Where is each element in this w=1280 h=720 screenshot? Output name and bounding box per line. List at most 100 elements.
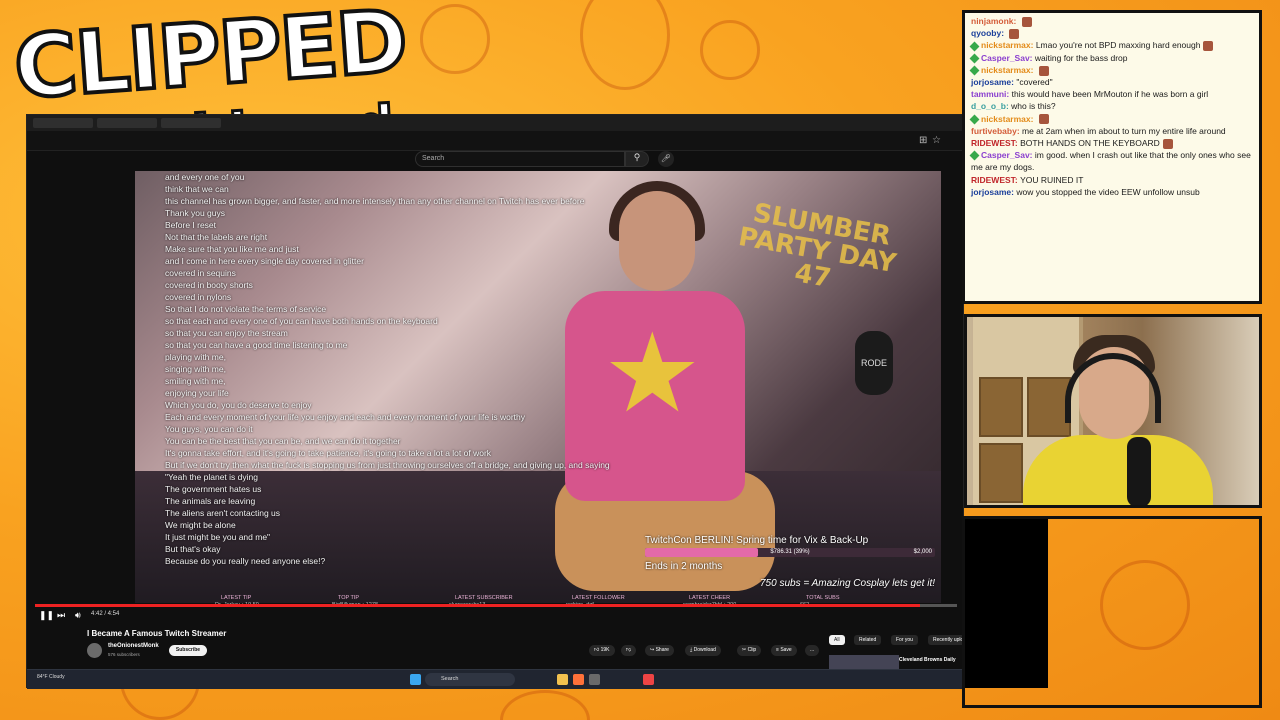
emote-icon <box>1038 114 1049 125</box>
chat-text: waiting for the bass drop <box>1034 52 1128 63</box>
chat-message: RIDEWEST: BOTH HANDS ON THE KEYBOARD <box>971 137 1253 149</box>
chat-message: ninjamonk: <box>971 15 1253 27</box>
lyric-line: You can be the best that you can be, and… <box>165 436 401 446</box>
dislike-button[interactable]: 👎︎ <box>621 645 637 656</box>
pause-icon[interactable]: ❚❚ <box>39 610 54 621</box>
recommended-thumbnail[interactable] <box>829 655 899 669</box>
chat-username[interactable]: nickstarmax: <box>981 40 1036 50</box>
youtube-header: Search ⚲ 🎤︎ <box>27 151 963 171</box>
subscriber-badge-icon <box>969 114 980 125</box>
clip-button[interactable]: ✂ Clip <box>737 645 762 656</box>
search-icon: ⚲ <box>633 152 641 162</box>
lyric-line: enjoying your life <box>165 388 229 398</box>
time-display: 4:42 / 4:54 <box>91 611 120 617</box>
clip-label: Clip <box>747 647 757 653</box>
chat-username[interactable]: RIDEWEST: <box>971 175 1020 185</box>
browser-tab[interactable] <box>33 118 93 128</box>
save-label: Save <box>780 647 792 653</box>
donation-goal-widget: TwitchCon BERLIN! Spring time for Vix & … <box>645 535 935 589</box>
more-button[interactable]: ... <box>805 645 820 656</box>
chat-username[interactable]: nickstarmax: <box>981 114 1036 124</box>
file-explorer-icon[interactable] <box>557 674 568 685</box>
extensions-icon[interactable]: ⊞ <box>919 135 927 146</box>
chat-username[interactable]: RIDEWEST: <box>971 138 1020 148</box>
goal-target: $2,000 <box>913 549 932 555</box>
chip-all[interactable]: All <box>829 635 845 645</box>
browser-icon[interactable] <box>573 674 584 685</box>
lyric-line: and I come in here every single day cove… <box>165 256 364 266</box>
thumbs-up-icon: 👍︎ <box>594 647 600 653</box>
chat-username[interactable]: qyooby: <box>971 28 1006 38</box>
browser-window: ⊞ ☆ Search ⚲ 🎤︎ SLUMBER PARTY DAY 47 ★ R… <box>26 114 1037 689</box>
lyric-line: covered in sequins <box>165 268 236 278</box>
chat-username[interactable]: tammuni: <box>971 89 1012 99</box>
browser-tab[interactable] <box>97 118 157 128</box>
video-player[interactable]: SLUMBER PARTY DAY 47 ★ RODE and every on… <box>135 171 941 603</box>
lyric-line: But that's okay <box>165 544 221 554</box>
chat-message: jorjosame: "covered" <box>971 76 1253 88</box>
chat-username[interactable]: d_o_o_b: <box>971 101 1011 111</box>
weather-widget[interactable]: 84°F Cloudy <box>37 674 65 680</box>
emote-icon <box>1203 41 1214 52</box>
chrome-icon[interactable] <box>643 674 654 685</box>
search-input[interactable]: Search <box>415 151 625 167</box>
lyric-line: Because do you really need anyone else!? <box>165 556 326 566</box>
ticker-label: TOTAL SUBS <box>806 595 840 601</box>
lyric-line: so that you can enjoy the stream <box>165 328 288 338</box>
chat-username[interactable]: furtivebaby: <box>971 126 1022 136</box>
browser-tab[interactable] <box>161 118 221 128</box>
logo-line1: CLIPPED <box>9 0 411 121</box>
lyric-line: It just might be you and me" <box>165 532 271 542</box>
recommended-title[interactable]: Cleveland Browns Daily <box>899 657 956 663</box>
channel-avatar[interactable] <box>87 643 102 658</box>
share-button[interactable]: ↪ Share <box>645 645 674 656</box>
download-button[interactable]: ⤓ Download <box>685 645 721 656</box>
volume-icon[interactable]: 🔊︎ <box>75 610 81 621</box>
address-bar[interactable]: ⊞ ☆ <box>27 131 963 151</box>
player-controls: LATEST TIP TOP TIP LATEST SUBSCRIBER LATEST… <box>27 595 1035 625</box>
taskbar-search[interactable]: Search <box>425 673 515 686</box>
ticker-label: TOP TIP <box>338 595 360 601</box>
channel-subscribers: 576 subscribers <box>108 652 140 657</box>
chat-username[interactable]: jorjosame: <box>971 187 1016 197</box>
download-label: Download <box>693 647 716 653</box>
chat-text: Lmao you're not BPD maxxing hard enough <box>1035 40 1201 51</box>
obs-icon[interactable] <box>589 674 600 685</box>
empty-overlay-slot <box>964 518 1048 688</box>
subscriber-badge-icon <box>969 151 980 161</box>
chat-message: nickstarmax: <box>969 64 1253 76</box>
voice-search-button[interactable]: 🎤︎ <box>658 151 674 167</box>
like-count: 19K <box>600 647 610 653</box>
chip-related[interactable]: Related <box>854 635 882 645</box>
like-button[interactable]: 👍︎ 19K <box>589 645 615 656</box>
chat-username[interactable]: ninjamonk: <box>971 16 1019 26</box>
windows-start-icon[interactable] <box>410 674 421 685</box>
lyric-line: We might be alone <box>165 520 236 530</box>
video-progress-bar[interactable] <box>35 604 957 607</box>
channel-name[interactable]: theOnionestMonk <box>108 643 159 649</box>
mic-icon: 🎤︎ <box>660 154 672 163</box>
lyric-line: It's gonna take effort, and it's going t… <box>165 448 492 458</box>
bookmark-star-icon[interactable]: ☆ <box>932 135 941 146</box>
chat-message: qyooby: <box>971 27 1253 39</box>
chat-username[interactable]: Casper_Sav: <box>981 53 1035 63</box>
save-button[interactable]: ≡ Save <box>771 645 797 656</box>
chat-username[interactable]: nickstarmax: <box>981 65 1036 75</box>
lyric-line: So that I do not violate the terms of se… <box>165 304 327 314</box>
lyric-line: this channel has grown bigger, and faste… <box>165 196 585 206</box>
chat-message: RIDEWEST: YOU RUINED IT <box>971 174 1253 186</box>
chat-username[interactable]: jorjosame: <box>971 77 1016 87</box>
chip-for-you[interactable]: For you <box>891 635 918 645</box>
goal-progress-bar: $786.31 (39%) $2,000 <box>645 548 935 557</box>
chat-username[interactable]: Casper_Sav: <box>981 150 1035 160</box>
search-button[interactable]: ⚲ <box>625 151 649 167</box>
subscribe-button[interactable]: Subscribe <box>169 645 207 656</box>
share-label: Share <box>655 647 669 653</box>
lyric-line: But if we don't try then what the fuck i… <box>165 460 610 470</box>
chat-message: nickstarmax: Lmao you're not BPD maxxing… <box>969 39 1253 52</box>
save-icon: ≡ <box>776 647 779 653</box>
lyric-line: The government hates us <box>165 484 262 494</box>
next-icon[interactable]: ⏭︎ <box>57 610 65 621</box>
ticker-label: LATEST FOLLOWER <box>572 595 625 601</box>
chat-text: me at 2am when im about to turn my entir… <box>1022 125 1226 136</box>
